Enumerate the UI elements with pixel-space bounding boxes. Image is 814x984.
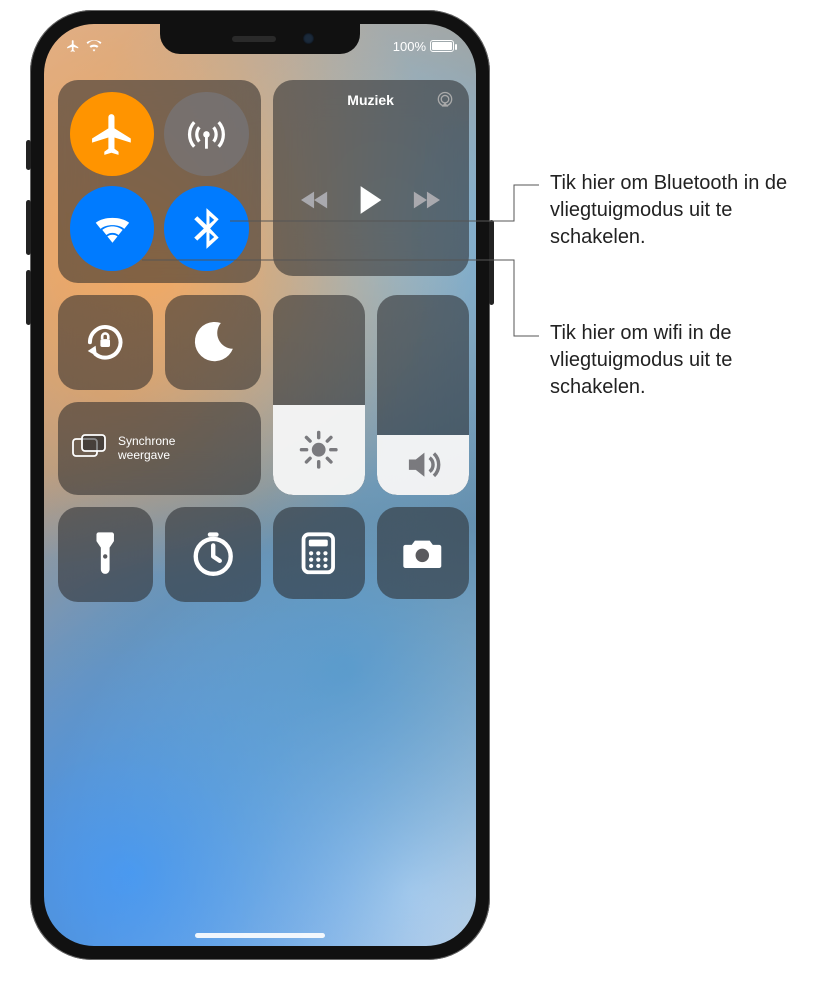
iphone-frame: 100% bbox=[30, 10, 490, 960]
next-track-button[interactable] bbox=[412, 189, 440, 211]
brightness-slider[interactable] bbox=[273, 295, 365, 496]
home-indicator[interactable] bbox=[195, 933, 325, 938]
calculator-button[interactable] bbox=[273, 507, 365, 599]
airplay-button[interactable] bbox=[435, 90, 455, 115]
cellular-data-toggle[interactable] bbox=[164, 92, 248, 176]
screen: 100% bbox=[44, 24, 476, 946]
previous-track-button[interactable] bbox=[301, 189, 329, 211]
orientation-lock-icon bbox=[79, 316, 131, 368]
wifi-icon bbox=[88, 204, 137, 253]
flashlight-button[interactable] bbox=[58, 507, 153, 602]
mirror-label-line1: Synchrone bbox=[118, 434, 175, 448]
screen-mirroring-button[interactable]: Synchrone weergave bbox=[58, 402, 261, 495]
status-battery-icon bbox=[430, 40, 454, 52]
airplane-icon bbox=[88, 110, 137, 159]
moon-icon bbox=[187, 316, 239, 368]
screen-mirroring-icon bbox=[72, 434, 106, 462]
timer-icon bbox=[187, 528, 239, 580]
flashlight-icon bbox=[79, 528, 131, 580]
volume-slider[interactable] bbox=[377, 295, 469, 496]
status-battery-text: 100% bbox=[393, 39, 426, 54]
orientation-lock-button[interactable] bbox=[58, 295, 153, 390]
bluetooth-toggle[interactable] bbox=[164, 186, 248, 270]
next-icon bbox=[412, 189, 440, 211]
music-title: Muziek bbox=[347, 92, 394, 112]
previous-icon bbox=[301, 189, 329, 211]
status-wifi-icon bbox=[86, 39, 102, 53]
play-button[interactable] bbox=[358, 185, 384, 215]
wifi-toggle[interactable] bbox=[70, 186, 154, 270]
mirror-label-line2: weergave bbox=[118, 448, 175, 462]
volume-down-btn bbox=[26, 270, 31, 325]
do-not-disturb-button[interactable] bbox=[165, 295, 260, 390]
screen-mirroring-label: Synchrone weergave bbox=[118, 434, 175, 463]
music-module: Muziek bbox=[273, 80, 469, 276]
callout-wifi: Tik hier om wifi in de vliegtuigmodus ui… bbox=[550, 320, 814, 401]
airplane-mode-toggle[interactable] bbox=[70, 92, 154, 176]
callout-bluetooth: Tik hier om Bluetooth in de vliegtuigmod… bbox=[550, 170, 814, 251]
mute-switch bbox=[26, 140, 31, 170]
calculator-icon bbox=[293, 528, 344, 579]
timer-button[interactable] bbox=[165, 507, 260, 602]
volume-up-btn bbox=[26, 200, 31, 255]
power-btn bbox=[489, 220, 494, 305]
status-airplane-icon bbox=[66, 39, 80, 53]
airplay-icon bbox=[435, 90, 455, 110]
camera-button[interactable] bbox=[377, 507, 469, 599]
play-icon bbox=[358, 185, 384, 215]
bluetooth-icon bbox=[182, 204, 231, 253]
control-center: Muziek bbox=[58, 80, 462, 593]
connectivity-module[interactable] bbox=[58, 80, 261, 283]
notch bbox=[160, 24, 360, 54]
camera-icon bbox=[397, 528, 448, 579]
volume-icon bbox=[402, 444, 443, 485]
brightness-icon bbox=[298, 429, 339, 470]
cellular-icon bbox=[182, 110, 231, 159]
